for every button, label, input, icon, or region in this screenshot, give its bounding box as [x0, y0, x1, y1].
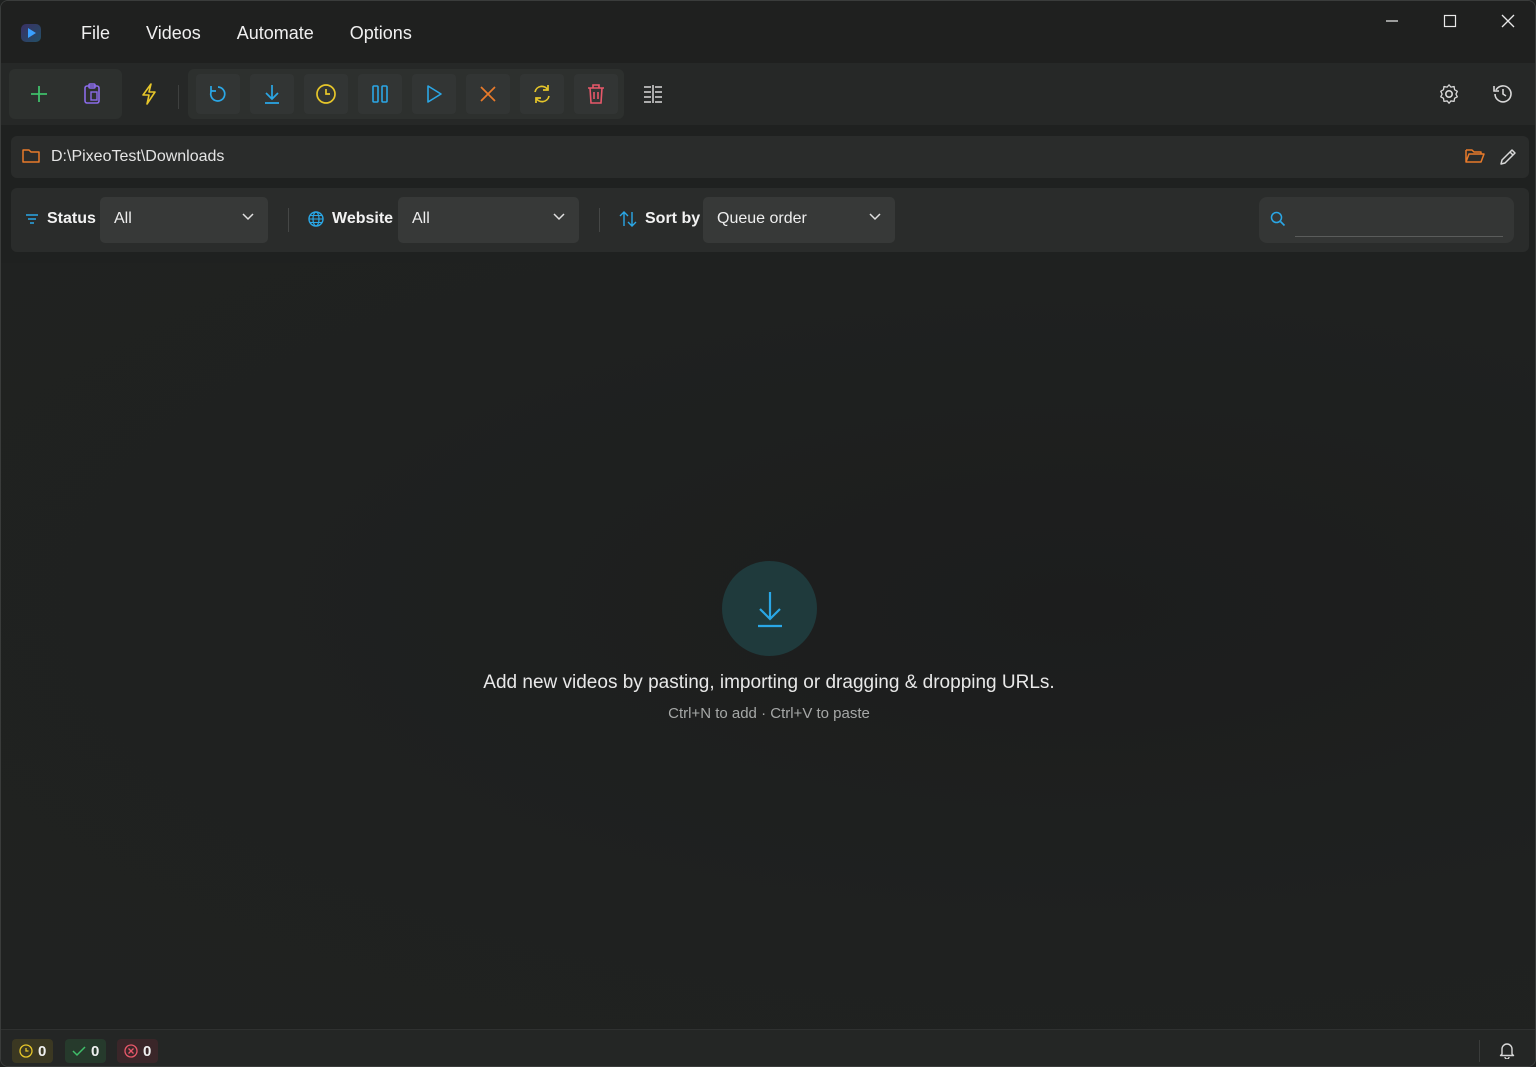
app-window: File Videos Automate Options D:\PixeoTes…: [0, 0, 1536, 1067]
status-label-text: Status: [47, 210, 96, 227]
menu-options[interactable]: Options: [332, 19, 430, 48]
paste-button[interactable]: [70, 74, 114, 114]
download-path-text: D:\PixeoTest\Downloads: [51, 148, 225, 165]
website-filter-label: Website: [308, 210, 393, 228]
retry-icon: [534, 85, 550, 103]
download-button[interactable]: [250, 74, 294, 114]
chevron-down-icon: [869, 213, 881, 221]
toolbar: [1, 63, 1535, 125]
pause-icon: [372, 85, 388, 103]
status-bar: 0 0 0: [1, 1029, 1535, 1066]
status-filter-label: Status: [25, 210, 96, 228]
settings-button[interactable]: [1427, 74, 1471, 114]
history-icon: [1493, 85, 1512, 103]
clock-icon: [19, 1044, 33, 1058]
folder-open-icon[interactable]: [1465, 148, 1485, 164]
menu-bar: File Videos Automate Options: [63, 19, 430, 48]
website-label-text: Website: [332, 210, 394, 227]
edit-pencil-icon[interactable]: [1499, 148, 1517, 166]
queued-count: 0: [38, 1042, 47, 1060]
delete-icon: [588, 84, 604, 104]
sort-dropdown[interactable]: Queue order: [703, 197, 895, 243]
toolbar-separator: [178, 85, 179, 109]
empty-state-hint: Ctrl+N to add · Ctrl+V to paste: [668, 705, 870, 722]
columns-icon: [644, 85, 662, 103]
search-input[interactable]: [1295, 203, 1503, 237]
menu-file[interactable]: File: [63, 19, 128, 48]
download-icon: [757, 591, 782, 627]
history-button[interactable]: [1481, 74, 1525, 114]
refresh-button[interactable]: [196, 74, 240, 114]
filter-icon: [26, 214, 38, 224]
paste-clipboard-icon: [84, 83, 100, 104]
sort-arrows-icon: [619, 211, 637, 227]
cancel-button[interactable]: [466, 74, 510, 114]
error-icon: [124, 1044, 138, 1058]
menu-videos[interactable]: Videos: [128, 19, 219, 48]
minimize-icon: [1386, 20, 1398, 22]
play-icon: [427, 85, 442, 103]
cancel-icon: [480, 86, 496, 102]
maximize-button[interactable]: [1421, 1, 1479, 41]
failed-count-badge[interactable]: 0: [117, 1039, 159, 1063]
check-icon: [72, 1046, 86, 1057]
empty-state-badge: [722, 561, 817, 656]
status-bar-separator: [1479, 1040, 1480, 1062]
empty-state-title: Add new videos by pasting, importing or …: [483, 672, 1055, 693]
queued-count-badge[interactable]: 0: [12, 1039, 54, 1063]
add-video-button[interactable]: [17, 74, 61, 114]
filter-separator: [288, 208, 289, 232]
schedule-clock-icon: [316, 84, 336, 104]
chevron-down-icon: [553, 213, 565, 221]
website-dropdown[interactable]: All: [398, 197, 579, 243]
pause-button[interactable]: [358, 74, 402, 114]
schedule-button[interactable]: [304, 74, 348, 114]
status-dropdown[interactable]: All: [100, 197, 268, 243]
folder-icon: [22, 149, 40, 163]
search-icon: [1270, 211, 1286, 227]
columns-button[interactable]: [631, 74, 675, 114]
close-button[interactable]: [1479, 1, 1535, 41]
sort-label: Sort by: [619, 210, 700, 228]
minimize-button[interactable]: [1363, 1, 1421, 41]
title-bar: File Videos Automate Options: [1, 1, 1535, 63]
completed-count: 0: [91, 1042, 100, 1060]
sort-dropdown-value: Queue order: [717, 210, 807, 227]
settings-icon: [1440, 84, 1458, 104]
website-dropdown-value: All: [412, 210, 430, 227]
window-controls: [1363, 1, 1535, 41]
download-icon: [265, 85, 279, 104]
retry-button[interactable]: [520, 74, 564, 114]
failed-count: 0: [143, 1042, 152, 1060]
app-logo-icon: [21, 24, 41, 42]
close-icon: [1501, 14, 1515, 28]
notification-bell-icon[interactable]: [1498, 1041, 1516, 1059]
video-list-area[interactable]: Add new videos by pasting, importing or …: [1, 263, 1535, 1028]
refresh-icon: [209, 86, 226, 102]
play-button[interactable]: [412, 74, 456, 114]
sort-label-text: Sort by: [645, 210, 701, 227]
search-box: [1259, 197, 1514, 243]
filter-bar: Status All Website All Sort by Queue ord…: [11, 188, 1529, 252]
delete-button[interactable]: [574, 74, 618, 114]
download-path-bar: D:\PixeoTest\Downloads: [11, 136, 1529, 178]
filter-separator: [599, 208, 600, 232]
maximize-icon: [1443, 14, 1457, 28]
chevron-down-icon: [242, 213, 254, 221]
lightning-icon: [142, 83, 156, 105]
status-dropdown-value: All: [114, 210, 132, 227]
menu-automate[interactable]: Automate: [219, 19, 332, 48]
completed-count-badge[interactable]: 0: [65, 1039, 107, 1063]
add-icon: [31, 86, 47, 102]
globe-icon: [308, 211, 324, 227]
quick-download-button[interactable]: [127, 74, 171, 114]
